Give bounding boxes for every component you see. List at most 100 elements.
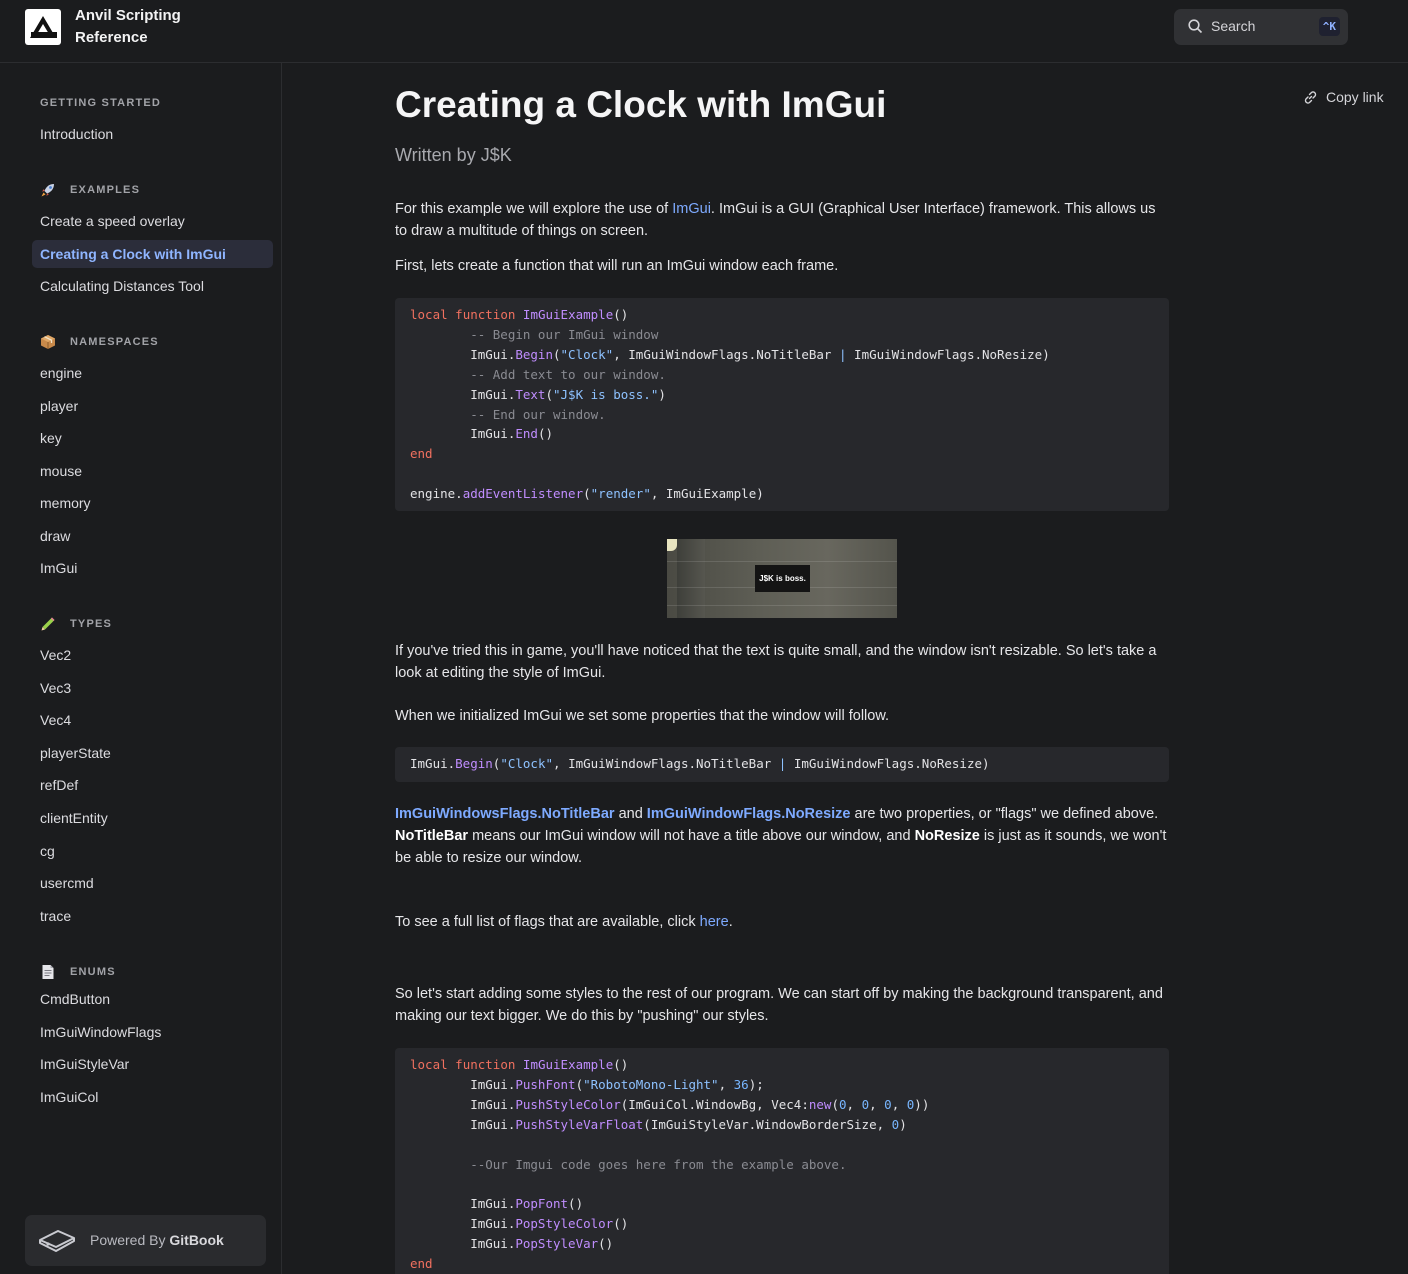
flags-list-text: To see a full list of flags that are ava… <box>395 914 700 930</box>
notitlebar-bold: NoTitleBar <box>395 828 469 844</box>
code-line: ImGui.PushFont("RobotoMono-Light", 36); <box>410 1077 764 1092</box>
intro-text-1: For this example we will explore the use… <box>395 201 673 217</box>
site-title[interactable]: Anvil Scripting Reference <box>75 5 225 49</box>
code-line: -- Begin our ImGui window <box>410 327 659 342</box>
sidebar-item-imguistylevar[interactable]: ImGuiStyleVar <box>32 1050 273 1078</box>
search-label: Search <box>1211 18 1256 34</box>
code-line: engine.addEventListener("render", ImGuiE… <box>410 486 764 501</box>
code-line: ImGui.PushStyleColor(ImGuiCol.WindowBg, … <box>410 1097 930 1112</box>
notitlebar-flag-link[interactable]: ImGuiWindowsFlags.NoTitleBar <box>395 806 615 822</box>
document-icon <box>42 965 54 979</box>
search-button[interactable]: Search ^K <box>1174 9 1348 45</box>
imgui-link[interactable]: ImGui <box>672 201 711 217</box>
screenshot-detail <box>667 605 897 606</box>
gitbook-icon <box>39 1230 75 1252</box>
section-title-namespaces-text: NAMESPACES <box>70 336 159 348</box>
sidebar-item-distances-tool[interactable]: Calculating Distances Tool <box>32 272 273 300</box>
paragraph-flags: ImGuiWindowsFlags.NoTitleBar and ImGuiWi… <box>395 803 1169 869</box>
top-header: Anvil Scripting Reference Search ^K <box>0 0 1408 63</box>
code-line: end <box>410 446 433 461</box>
sidebar-item-playerstate[interactable]: playerState <box>32 739 273 767</box>
sidebar-item-trace[interactable]: trace <box>32 902 273 930</box>
paragraph-properties: When we initialized ImGui we set some pr… <box>395 708 890 724</box>
code-line: local function ImGuiExample() <box>410 1057 629 1072</box>
flags-text-2: are two properties, or "flags" we define… <box>850 806 1159 822</box>
screenshot-light <box>667 539 677 551</box>
pencil-icon <box>41 617 55 631</box>
sidebar-item-memory[interactable]: memory <box>32 489 273 517</box>
section-title-namespaces: NAMESPACES <box>40 335 159 349</box>
search-shortcut-badge: ^K <box>1318 17 1340 36</box>
sidebar-item-cliententity[interactable]: clientEntity <box>32 804 273 832</box>
code-line: ImGui.Begin("Clock", ImGuiWindowFlags.No… <box>410 347 1050 362</box>
screenshot-detail <box>667 561 897 562</box>
paragraph-flags-list: To see a full list of flags that are ava… <box>395 911 1169 933</box>
code-line: --Our Imgui code goes here from the exam… <box>410 1157 847 1172</box>
code-line: end <box>410 1256 433 1271</box>
sidebar-item-introduction[interactable]: Introduction <box>32 120 273 148</box>
link-icon <box>1304 91 1317 104</box>
rocket-icon <box>41 184 54 197</box>
intro-paragraph: For this example we will explore the use… <box>395 198 1169 242</box>
paragraph-first-function: First, lets create a function that will … <box>395 258 839 274</box>
section-title-enums: ENUMS <box>40 965 116 979</box>
noresize-flag-link[interactable]: ImGuiWindowFlags.NoResize <box>647 806 851 822</box>
anvil-logo-icon[interactable] <box>25 9 61 45</box>
powered-by-brand: GitBook <box>169 1232 224 1248</box>
flags-text-1: and <box>614 806 647 822</box>
powered-by-gitbook-button[interactable]: Powered By GitBook <box>25 1215 266 1266</box>
sidebar-item-cmdbutton[interactable]: CmdButton <box>32 985 273 1013</box>
code-line: ImGui.Begin("Clock", ImGuiWindowFlags.No… <box>410 756 990 771</box>
ingame-screenshot: J$K is boss. <box>667 539 897 618</box>
section-title-examples-text: EXAMPLES <box>70 184 141 196</box>
flags-list-period: . <box>728 914 733 930</box>
section-title-getting-started: GETTING STARTED <box>40 97 162 109</box>
flags-list-here-link[interactable]: here <box>700 914 729 930</box>
sidebar-item-vec2[interactable]: Vec2 <box>32 641 273 669</box>
code-line: ImGui.PopFont() <box>410 1196 584 1211</box>
code-line: ImGui.PushStyleVarFloat(ImGuiStyleVar.Wi… <box>410 1117 907 1132</box>
sidebar-item-cg[interactable]: cg <box>32 837 273 865</box>
code-line: ImGui.PopStyleVar() <box>410 1236 614 1251</box>
sidebar-item-imguicol[interactable]: ImGuiCol <box>32 1083 273 1111</box>
powered-by-text: Powered By GitBook <box>90 1232 224 1248</box>
paragraph-text-small: If you've tried this in game, you'll hav… <box>395 643 1157 681</box>
page-author: Written by J$K <box>395 145 512 165</box>
powered-by-prefix: Powered By <box>90 1232 166 1248</box>
flags-text-3: means our ImGui window will not have a t… <box>468 828 915 844</box>
code-block-1: local function ImGuiExample() -- Begin o… <box>395 298 1169 511</box>
code-line: ImGui.Text("J$K is boss.") <box>410 387 666 402</box>
code-line: local function ImGuiExample() <box>410 307 629 322</box>
page-title: Creating a Clock with ImGui <box>395 84 887 125</box>
copy-link-label: Copy link <box>1326 89 1384 105</box>
sidebar-item-mouse[interactable]: mouse <box>32 457 273 485</box>
sidebar-item-clock-imgui[interactable]: Creating a Clock with ImGui <box>32 240 273 268</box>
code-line: ImGui.End() <box>410 426 553 441</box>
code-block-2: ImGui.Begin("Clock", ImGuiWindowFlags.No… <box>395 747 1169 782</box>
sidebar-item-player[interactable]: player <box>32 392 273 420</box>
code-line: ImGui.PopStyleColor() <box>410 1216 629 1231</box>
section-title-examples: EXAMPLES <box>40 184 141 197</box>
package-icon <box>41 335 55 349</box>
sidebar-item-refdef[interactable]: refDef <box>32 771 273 799</box>
noresize-bold: NoResize <box>914 828 980 844</box>
paragraph-styles: So let's start adding some styles to the… <box>395 986 1163 1024</box>
sidebar-item-imguiwindowflags[interactable]: ImGuiWindowFlags <box>32 1018 273 1046</box>
code-line: -- End our window. <box>410 407 606 422</box>
sidebar-item-vec4[interactable]: Vec4 <box>32 706 273 734</box>
search-icon <box>1188 19 1203 34</box>
section-title-types: TYPES <box>40 617 113 631</box>
sidebar-item-key[interactable]: key <box>32 424 273 452</box>
sidebar-item-usercmd[interactable]: usercmd <box>32 869 273 897</box>
section-title-types-text: TYPES <box>70 618 113 630</box>
section-title-enums-text: ENUMS <box>70 966 116 978</box>
sidebar-item-vec3[interactable]: Vec3 <box>32 674 273 702</box>
imgui-window-preview: J$K is boss. <box>755 565 810 592</box>
sidebar-item-speed-overlay[interactable]: Create a speed overlay <box>32 207 273 235</box>
sidebar-item-imgui[interactable]: ImGui <box>32 554 273 582</box>
sidebar-item-draw[interactable]: draw <box>32 522 273 550</box>
screenshot-beam <box>677 539 705 618</box>
code-block-3: local function ImGuiExample() ImGui.Push… <box>395 1048 1169 1274</box>
code-line: -- Add text to our window. <box>410 367 666 382</box>
sidebar-item-engine[interactable]: engine <box>32 359 273 387</box>
